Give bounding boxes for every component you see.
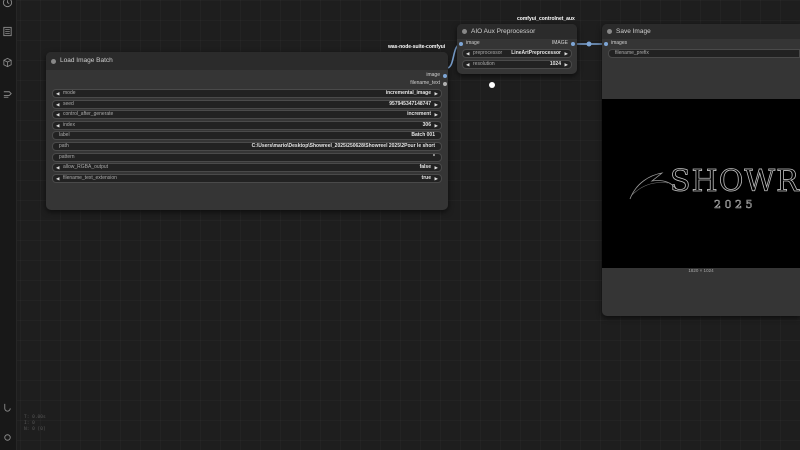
node-title: Save Image	[616, 28, 651, 35]
widget-value: Batch 001	[411, 132, 435, 139]
decrement-arrow-icon[interactable]: ◀	[56, 111, 59, 118]
collapse-dot[interactable]	[607, 29, 612, 34]
widget-label: filename_text_extension	[63, 174, 117, 181]
widget-value: 306	[422, 121, 431, 128]
increment-arrow-icon[interactable]: ▶	[435, 111, 438, 118]
widget-label: path	[59, 142, 69, 149]
node-pack-label: was-node-suite-comfyui	[388, 44, 446, 50]
render-stats: T: 0.00s I: 0 N: 0 [0]	[24, 415, 46, 433]
node-title: Load Image Batch	[60, 57, 113, 64]
queue-icon[interactable]	[2, 26, 13, 37]
output-slot-image[interactable]: image	[46, 72, 448, 80]
save-image-node[interactable]: Save Image images filename_prefix SHOWRE…	[602, 24, 800, 316]
stats-line: N: 0 [0]	[24, 427, 46, 432]
output-slot-filename-text[interactable]: filename_text	[46, 80, 448, 88]
increment-arrow-icon[interactable]: ▶	[435, 122, 438, 129]
increment-arrow-icon[interactable]: ▶	[435, 164, 438, 171]
output-label: image	[426, 72, 440, 78]
decrement-arrow-icon[interactable]: ◀	[56, 90, 59, 97]
widget-value: 957945347148747	[389, 100, 431, 107]
widget-label: allow_RGBA_output	[63, 164, 109, 171]
widget-label: pattern	[59, 153, 75, 160]
widget-value: false	[419, 164, 431, 171]
input-label: image	[466, 40, 480, 46]
image-preview[interactable]: SHOWRE 2 0 2 5	[602, 99, 800, 268]
widget-preprocessor[interactable]: ◀ preprocessor LineArtPreprocessor ▶	[462, 49, 572, 58]
widget-index[interactable]: ◀ index 306 ▶	[52, 120, 442, 130]
preview-logo-text: SHOWRE	[670, 164, 800, 199]
widget-label: resolution	[473, 60, 495, 67]
decrement-arrow-icon[interactable]: ◀	[56, 101, 59, 108]
widget-label: seed	[63, 100, 74, 107]
widget-label-field[interactable]: label Batch 001	[52, 131, 442, 141]
widget-value: true	[421, 174, 431, 181]
history-icon[interactable]	[2, 0, 13, 8]
increment-arrow-icon[interactable]: ▶	[435, 90, 438, 97]
output-label: IMAGE	[551, 40, 568, 46]
workflow-icon[interactable]	[2, 89, 13, 100]
widget-value: C:\Users\mario\Desktop\Showreel_2025\250…	[251, 142, 435, 149]
output-slot-dot[interactable]	[443, 82, 447, 86]
widget-label: label	[59, 132, 70, 139]
output-slot-dot[interactable]	[443, 74, 447, 78]
increment-arrow-icon[interactable]: ▶	[435, 175, 438, 182]
widget-value: *	[433, 153, 435, 160]
collapse-dot[interactable]	[51, 58, 56, 64]
widget-filename-prefix[interactable]: filename_prefix	[608, 49, 800, 58]
node-pack-label: comfyui_controlnet_aux	[517, 16, 575, 22]
widget-mode[interactable]: ◀ mode incremental_image ▶	[52, 89, 442, 98]
image-size-label: 1820 × 1024	[688, 268, 714, 273]
widget-pattern[interactable]: pattern *	[52, 152, 442, 162]
input-slot-images[interactable]: images	[602, 40, 800, 48]
collapse-dot[interactable]	[462, 29, 467, 34]
increment-arrow-icon[interactable]: ▶	[565, 50, 568, 57]
widget-label: control_after_generate	[63, 111, 114, 118]
widget-label: mode	[63, 90, 76, 96]
widget-label: index	[63, 121, 75, 128]
decrement-arrow-icon[interactable]: ◀	[466, 61, 469, 68]
decrement-arrow-icon[interactable]: ◀	[56, 122, 59, 129]
widget-seed[interactable]: ◀ seed 957945347148747 ▶	[52, 99, 442, 109]
widget-value: LineArtPreprocessor	[511, 50, 561, 56]
widget-control-after-generate[interactable]: ◀ control_after_generate increment ▶	[52, 110, 442, 120]
input-slot-dot[interactable]	[459, 42, 463, 46]
widget-value: 1024	[549, 60, 561, 67]
lineart-logo-preview: SHOWRE 2 0 2 5	[629, 164, 800, 211]
increment-arrow-icon[interactable]: ▶	[565, 61, 568, 68]
widget-resolution[interactable]: ◀ resolution 1024 ▶	[462, 59, 572, 69]
input-label: images	[611, 40, 628, 46]
load-image-batch-node[interactable]: Load Image Batch image filename_text ◀ m…	[46, 52, 448, 210]
widget-label: filename_prefix	[615, 50, 649, 56]
decrement-arrow-icon[interactable]: ◀	[56, 175, 59, 182]
widget-label: preprocessor	[473, 50, 503, 56]
increment-arrow-icon[interactable]: ▶	[435, 101, 438, 108]
node-title-bar[interactable]: Save Image	[602, 24, 800, 39]
widget-path[interactable]: path C:\Users\mario\Desktop\Showreel_202…	[52, 141, 442, 151]
node-title: AIO Aux Preprocessor	[471, 28, 536, 35]
link-icon[interactable]	[2, 402, 13, 413]
settings-icon[interactable]	[2, 432, 13, 443]
output-slot-dot[interactable]	[571, 42, 575, 46]
preview-year-text: 2 0 2 5	[714, 198, 752, 211]
input-slot-dot[interactable]	[604, 42, 608, 46]
node-title-bar[interactable]: AIO Aux Preprocessor	[457, 24, 577, 39]
io-slot-row: image IMAGE	[457, 40, 577, 48]
decrement-arrow-icon[interactable]: ◀	[56, 164, 59, 171]
node-title-bar[interactable]: Load Image Batch	[46, 52, 448, 70]
widget-value: incremental_image	[385, 90, 431, 96]
side-toolbar	[0, 0, 17, 450]
output-label: filename_text	[410, 80, 440, 86]
decrement-arrow-icon[interactable]: ◀	[466, 50, 469, 57]
logo-swoosh	[631, 182, 669, 196]
mouse-cursor	[489, 82, 495, 88]
widget-allow-rgba-output[interactable]: ◀ allow_RGBA_output false ▶	[52, 163, 442, 173]
cube-icon[interactable]	[2, 57, 13, 68]
aio-aux-preprocessor-node[interactable]: AIO Aux Preprocessor image IMAGE ◀ prepr…	[457, 24, 577, 74]
widget-value: increment	[407, 111, 431, 118]
widget-filename-text-extension[interactable]: ◀ filename_text_extension true ▶	[52, 173, 442, 183]
